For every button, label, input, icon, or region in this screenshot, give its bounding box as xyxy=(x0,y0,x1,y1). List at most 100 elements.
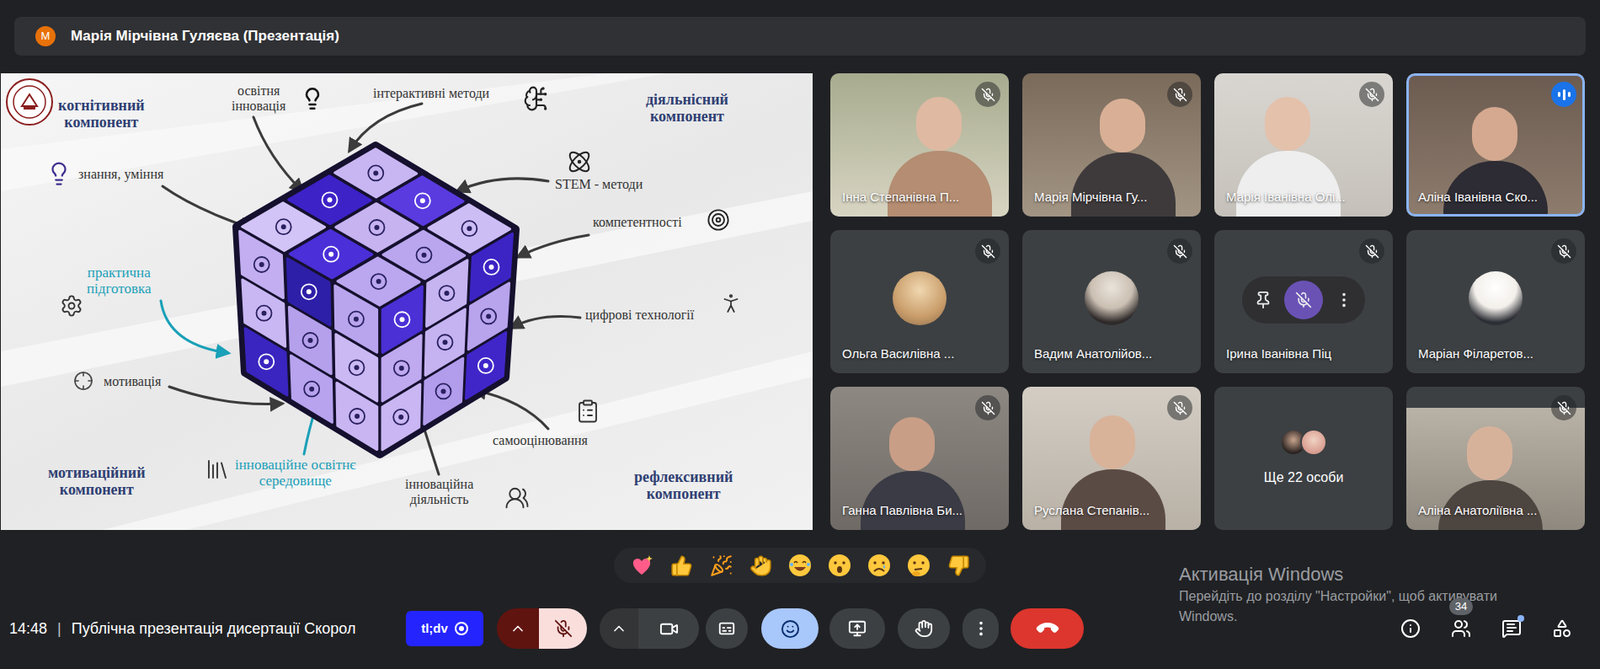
smile-icon xyxy=(780,618,800,639)
slide-label: інтерактивні методи xyxy=(373,85,490,102)
mic-off-icon xyxy=(981,400,996,416)
mute-participant-button[interactable] xyxy=(1284,280,1323,320)
participant-tile[interactable]: Марія Мірчівна Гу... xyxy=(1022,73,1201,217)
slide-label: мотивація xyxy=(103,373,161,390)
slide-label: освітняінновація xyxy=(231,83,286,114)
separator: | xyxy=(57,617,62,640)
reaction-button[interactable] xyxy=(703,549,739,582)
pin-icon[interactable] xyxy=(1253,290,1273,310)
mic-off-icon xyxy=(1173,400,1188,416)
reaction-button[interactable] xyxy=(782,549,818,582)
activities-icon[interactable] xyxy=(1552,618,1573,639)
mic-off-icon xyxy=(1295,291,1312,309)
captions-icon xyxy=(717,618,736,638)
record-icon xyxy=(454,621,469,635)
reaction-button[interactable] xyxy=(821,549,858,582)
participant-tile[interactable]: Аліна Анатоліївна ... xyxy=(1406,386,1585,530)
reactions-bar xyxy=(613,547,987,583)
participant-tile[interactable]: Інна Степанівна П... xyxy=(830,73,1009,217)
speaking-indicator xyxy=(1551,81,1577,107)
present-button[interactable] xyxy=(829,608,886,649)
participant-name: Вадим Анатолійов... xyxy=(1034,344,1152,364)
participant-name: Руслана Степанів... xyxy=(1034,501,1150,521)
participant-tile[interactable]: Ірина Іванівна Піц xyxy=(1214,229,1393,374)
participant-name: Ганна Павлівна Би... xyxy=(842,501,963,521)
leave-call-button[interactable] xyxy=(1010,608,1084,649)
info-icon[interactable] xyxy=(1400,618,1421,639)
mic-off-icon xyxy=(554,618,573,638)
sad-face-icon xyxy=(866,552,892,578)
people-button[interactable]: 34 xyxy=(1450,618,1472,639)
mic-off-icon xyxy=(1173,87,1188,102)
bottom-bar: 14:48 | Публічна презентація дисертації Ск… xyxy=(0,608,1600,649)
thinking-face-icon xyxy=(906,552,932,578)
participant-avatar xyxy=(892,271,947,326)
slide-label: рефлексивнийкомпонент xyxy=(634,468,733,502)
mic-control xyxy=(496,608,587,649)
muted-indicator xyxy=(975,81,1001,107)
participant-name: Аліна Анатоліївна ... xyxy=(1418,501,1537,521)
more-icon[interactable] xyxy=(1334,290,1354,310)
captions-button[interactable] xyxy=(705,608,748,649)
meeting-title: Публічна презентація дисертації Скорол xyxy=(71,617,357,640)
reaction-button[interactable] xyxy=(742,549,779,582)
lightbulb-icon xyxy=(300,86,325,111)
camera-options-button[interactable] xyxy=(599,608,639,649)
heart-icon xyxy=(629,552,655,578)
mic-button[interactable] xyxy=(538,608,587,649)
reaction-button[interactable] xyxy=(901,549,937,582)
participant-tile[interactable]: Ще 22 особи xyxy=(1214,386,1393,530)
slide-label: STEM - методи xyxy=(554,176,643,192)
meet-window: ММарія Мірчівна Гуляєва (Презентація)ког… xyxy=(0,0,1600,669)
muted-indicator xyxy=(1551,394,1577,421)
participant-avatar xyxy=(1468,271,1523,326)
muted-indicator xyxy=(975,394,1001,421)
chevron-up-icon xyxy=(509,619,527,637)
recorder-badge[interactable]: tl;dv xyxy=(405,610,484,646)
participant-name: Маріан Філаретов... xyxy=(1418,344,1534,364)
camera-button[interactable] xyxy=(638,608,699,649)
muted-indicator xyxy=(1167,81,1193,107)
reactions-button[interactable] xyxy=(761,608,819,649)
slide-diagram xyxy=(0,73,813,530)
books-icon xyxy=(204,456,230,482)
tile-hover-controls xyxy=(1242,276,1366,324)
people-count-badge: 34 xyxy=(1449,597,1473,615)
participant-tile[interactable]: Марія Іванівна Олі... xyxy=(1214,73,1393,217)
presenter-title: Марія Мірчівна Гуляєва (Презентація) xyxy=(70,25,340,48)
more-options-button[interactable] xyxy=(962,608,999,649)
clapping-hands-icon xyxy=(749,554,773,577)
participant-tile[interactable]: Ганна Павлівна Би... xyxy=(830,386,1009,530)
participant-tile[interactable]: Аліна Іванівна Ско... xyxy=(1406,73,1585,217)
muted-indicator xyxy=(1167,238,1193,264)
presenter-bar: ММарія Мірчівна Гуляєва (Презентація) xyxy=(14,16,1586,56)
reaction-button[interactable] xyxy=(624,549,660,582)
participant-tile[interactable]: Вадим Анатолійов... xyxy=(1022,229,1201,374)
participant-tile[interactable]: Ольга Василівна ... xyxy=(830,229,1009,374)
atom-icon xyxy=(566,149,592,175)
camera-control xyxy=(599,608,699,649)
muted-indicator xyxy=(1551,238,1577,264)
motivation-target-icon xyxy=(73,370,94,391)
rubiks-cube xyxy=(236,145,516,454)
clock: 14:48 xyxy=(9,617,48,640)
mic-off-icon xyxy=(1557,244,1572,259)
reaction-button[interactable] xyxy=(861,549,897,582)
figure-icon xyxy=(718,290,744,316)
chevron-up-icon xyxy=(610,619,628,637)
reaction-button[interactable] xyxy=(940,549,976,582)
participant-tile[interactable]: Руслана Степанів... xyxy=(1022,386,1201,530)
raise-hand-button[interactable] xyxy=(897,608,950,649)
surprised-face-icon xyxy=(826,552,853,578)
people-icon xyxy=(1450,618,1472,639)
reaction-button[interactable] xyxy=(663,549,699,582)
mic-options-button[interactable] xyxy=(496,608,539,649)
participant-name: Ірина Іванівна Піц xyxy=(1226,344,1332,364)
participant-avatar xyxy=(1084,271,1139,326)
participant-tile[interactable]: Маріан Філаретов... xyxy=(1406,229,1585,374)
others-label[interactable]: Ще 22 особи xyxy=(1264,467,1344,488)
hang-up-icon xyxy=(1034,614,1061,641)
present-screen-icon xyxy=(848,618,867,638)
chat-button[interactable] xyxy=(1501,618,1522,639)
participant-grid: Інна Степанівна П...Марія Мірчівна Гу...… xyxy=(830,73,1585,530)
